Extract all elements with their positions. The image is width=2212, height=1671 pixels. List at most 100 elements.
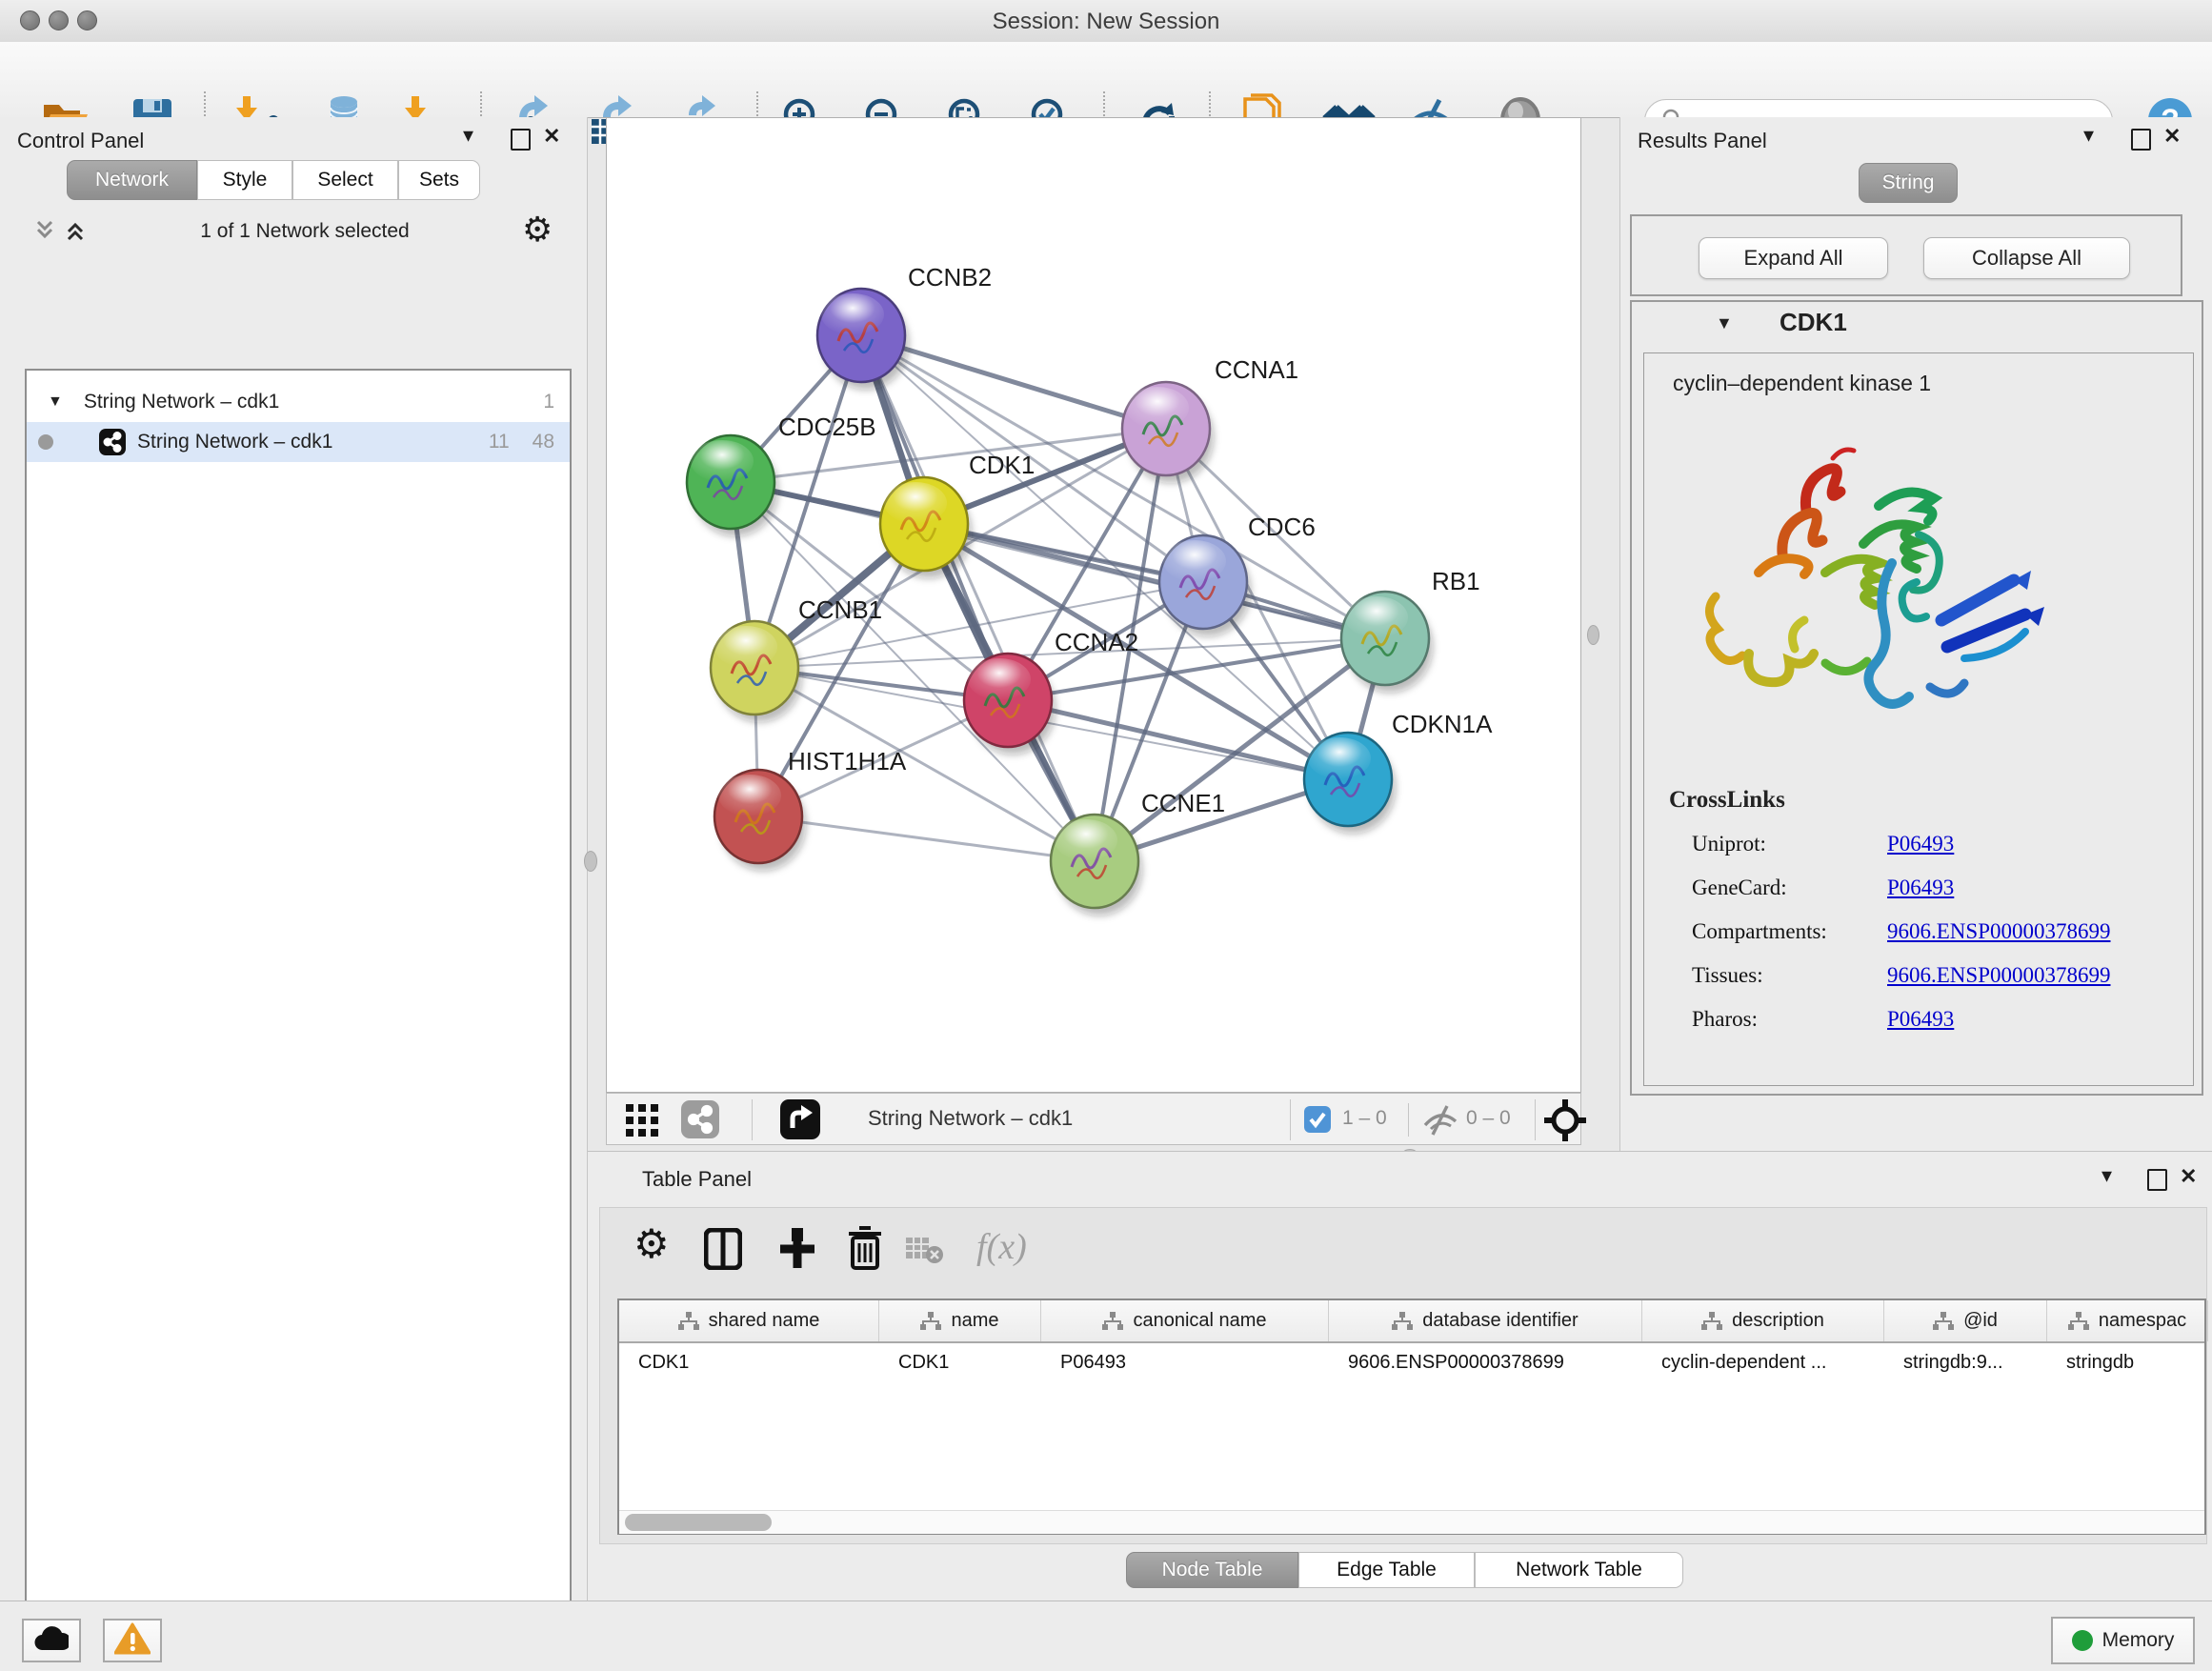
collapse-panel-icon[interactable]: ▾ [2083, 125, 2094, 146]
tab-sets[interactable]: Sets [398, 160, 480, 200]
warning-status-button[interactable] [103, 1619, 162, 1662]
network-node-CDKN1A[interactable] [1304, 733, 1396, 834]
crosslink-value-link[interactable]: P06493 [1887, 832, 1954, 856]
delete-table-icon [906, 1236, 944, 1271]
node-label-CCNA2: CCNA2 [1055, 628, 1138, 656]
expand-all-networks-icon[interactable] [32, 218, 57, 248]
crosslink-label: Uniprot: [1692, 832, 1887, 856]
delete-column-icon[interactable] [847, 1226, 883, 1275]
tab-style[interactable]: Style [197, 160, 292, 200]
results-actions-box: Expand All Collapse All [1630, 214, 2182, 296]
table-cell[interactable]: CDK1 [879, 1343, 1041, 1381]
table-cell[interactable]: stringdb [2047, 1343, 2208, 1381]
table-cell[interactable]: cyclin-dependent ... [1642, 1343, 1884, 1381]
close-panel-icon[interactable]: ✕ [2163, 126, 2181, 147]
network-node-CDK1[interactable] [880, 477, 972, 578]
close-panel-icon[interactable]: ✕ [2180, 1166, 2197, 1187]
network-view-canvas[interactable]: CCNB2CCNA1CDC25BCDK1CDC6RB1CCNB1CCNA2CDK… [606, 117, 1581, 1093]
network-share-icon[interactable] [681, 1100, 719, 1143]
node-count: 11 [489, 431, 510, 453]
network-node-CDC25B[interactable] [687, 435, 778, 536]
close-panel-icon[interactable]: ✕ [543, 126, 560, 147]
crosslink-value-link[interactable]: P06493 [1887, 1007, 1954, 1032]
crosslink-value-link[interactable]: 9606.ENSP00000378699 [1887, 963, 2111, 988]
tab-network-table[interactable]: Network Table [1475, 1552, 1683, 1588]
column-header-description[interactable]: description [1642, 1300, 1884, 1341]
crosslink-value-link[interactable]: 9606.ENSP00000378699 [1887, 919, 2111, 944]
table-cell[interactable]: P06493 [1041, 1343, 1329, 1381]
column-type-icon [678, 1312, 699, 1331]
tab-select[interactable]: Select [292, 160, 398, 200]
network-node-CDC6[interactable] [1159, 535, 1251, 636]
float-panel-icon[interactable] [2131, 129, 2151, 151]
collapse-all-networks-icon[interactable] [63, 218, 88, 248]
node-label-CDKN1A: CDKN1A [1392, 710, 1493, 738]
collection-count: 1 [543, 391, 554, 413]
node-label-CCNB1: CCNB1 [798, 595, 882, 624]
gene-name: CDK1 [1780, 308, 1847, 337]
cloud-status-button[interactable] [22, 1619, 81, 1662]
table-horizontal-scrollbar[interactable] [619, 1510, 2204, 1534]
tree-expand-triangle-icon[interactable]: ▼ [48, 393, 63, 411]
table-panel-title: Table Panel [642, 1167, 752, 1192]
node-label-CCNE1: CCNE1 [1141, 789, 1225, 817]
gene-collapse-triangle-icon[interactable]: ▼ [1716, 313, 1733, 333]
protein-structure-image [1692, 430, 2073, 758]
column-header--id[interactable]: @id [1884, 1300, 2047, 1341]
table-cell[interactable]: 9606.ENSP00000378699 [1329, 1343, 1642, 1381]
open-view-icon[interactable] [780, 1099, 820, 1144]
string-network-graph[interactable]: CCNB2CCNA1CDC25BCDK1CDC6RB1CCNB1CCNA2CDK… [607, 118, 1580, 1092]
network-node-HIST1H1A[interactable] [714, 770, 806, 871]
network-edge[interactable] [924, 524, 1385, 638]
expand-all-button[interactable]: Expand All [1699, 237, 1888, 279]
show-columns-icon[interactable] [704, 1228, 742, 1275]
column-header-namespac[interactable]: namespac [2047, 1300, 2208, 1341]
crosslink-label: Tissues: [1692, 963, 1887, 988]
table-row[interactable]: CDK1CDK1P064939606.ENSP00000378699cyclin… [619, 1343, 2204, 1381]
node-label-CDC25B: CDC25B [778, 413, 876, 441]
network-node-CCNE1[interactable] [1051, 815, 1142, 916]
network-node-CCNB2[interactable] [817, 289, 909, 390]
selected-checkbox-icon[interactable] [1304, 1106, 1331, 1137]
node-label-CDK1: CDK1 [969, 451, 1035, 479]
scrollbar-thumb[interactable] [625, 1514, 772, 1531]
column-header-shared-name[interactable]: shared name [619, 1300, 879, 1341]
tab-network[interactable]: Network [67, 160, 197, 200]
float-panel-icon[interactable] [511, 129, 531, 151]
grid-view-icon[interactable] [626, 1104, 658, 1141]
tab-node-table[interactable]: Node Table [1126, 1552, 1298, 1588]
network-collection-label: String Network – cdk1 [84, 391, 279, 413]
right-splitter-handle[interactable] [1587, 625, 1599, 645]
column-header-canonical-name[interactable]: canonical name [1041, 1300, 1329, 1341]
left-splitter-handle[interactable] [584, 851, 597, 872]
node-label-CDC6: CDC6 [1248, 513, 1316, 541]
network-view-title: String Network – cdk1 [868, 1106, 1073, 1131]
window-title: Session: New Session [0, 9, 2212, 35]
network-node-RB1[interactable] [1341, 592, 1433, 693]
network-options-gear-icon[interactable]: ⚙ [522, 212, 553, 247]
gene-detail-box: cyclin–dependent kinase 1 [1643, 352, 2194, 1086]
float-panel-icon[interactable] [2147, 1169, 2167, 1191]
network-edge[interactable] [758, 816, 1095, 861]
table-cell[interactable]: CDK1 [619, 1343, 879, 1381]
table-gear-icon[interactable]: ⚙ [633, 1224, 670, 1264]
tab-edge-table[interactable]: Edge Table [1298, 1552, 1475, 1588]
network-row-selected[interactable]: String Network – cdk1 11 48 [27, 422, 570, 462]
crosshair-icon[interactable] [1544, 1099, 1586, 1146]
crosslink-label: Compartments: [1692, 919, 1887, 944]
network-node-CCNA1[interactable] [1122, 382, 1214, 483]
collapse-panel-icon[interactable]: ▾ [2101, 1165, 2112, 1186]
network-collection-row[interactable]: ▼ String Network – cdk1 1 [29, 382, 572, 422]
collapse-panel-icon[interactable]: ▾ [463, 125, 473, 146]
table-cell[interactable]: stringdb:9... [1884, 1343, 2047, 1381]
crosslink-value-link[interactable]: P06493 [1887, 876, 1954, 900]
column-header-database-identifier[interactable]: database identifier [1329, 1300, 1642, 1341]
collapse-all-button[interactable]: Collapse All [1923, 237, 2130, 279]
network-view-toolbar: String Network – cdk1 1 – 0 0 – 0 [606, 1093, 1581, 1145]
add-column-icon[interactable] [778, 1228, 816, 1275]
memory-button[interactable]: Memory [2051, 1617, 2195, 1664]
network-edge[interactable] [861, 335, 1095, 861]
column-header-name[interactable]: name [879, 1300, 1041, 1341]
string-network-icon [99, 429, 126, 455]
tab-string[interactable]: String [1859, 163, 1958, 203]
